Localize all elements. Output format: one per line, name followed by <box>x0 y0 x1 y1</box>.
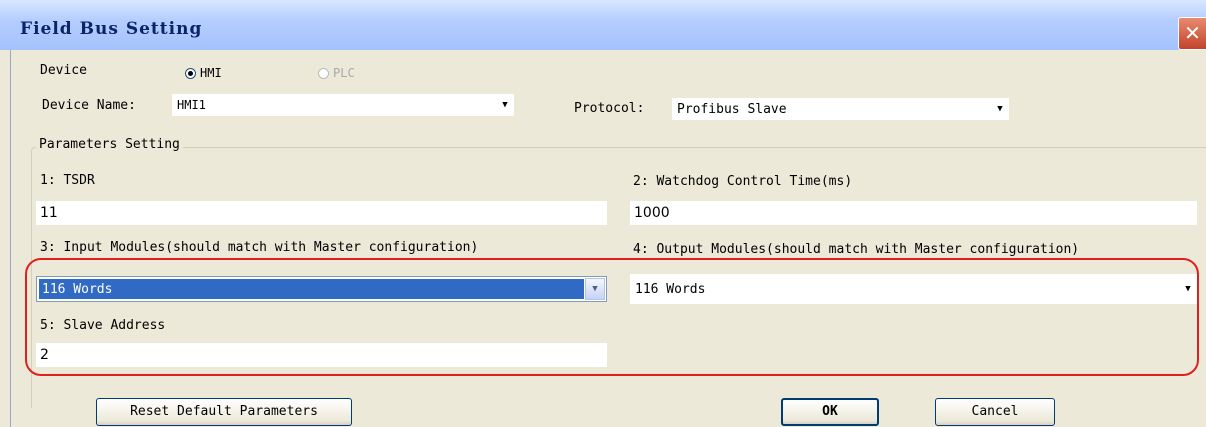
window-title: Field Bus Setting <box>20 19 203 39</box>
ok-button[interactable]: OK <box>781 398 879 426</box>
watchdog-label: 2: Watchdog Control Time(ms) <box>633 174 853 189</box>
protocol-label: Protocol: <box>574 101 645 116</box>
watchdog-field[interactable]: 1000 <box>630 201 1197 225</box>
output-modules-select[interactable]: 116 Words ▼ <box>630 274 1197 304</box>
title-bar[interactable]: Field Bus Setting ✕ <box>0 0 1206 50</box>
radio-hmi-label[interactable]: HMI <box>200 66 222 80</box>
chevron-down-icon: ▼ <box>502 100 508 110</box>
close-icon: ✕ <box>1184 21 1201 45</box>
radio-hmi[interactable] <box>185 68 196 79</box>
protocol-select[interactable]: Profibus Slave ▼ <box>672 98 1009 120</box>
selection-highlight <box>39 279 584 299</box>
input-modules-select[interactable]: 116 Words ▼ <box>36 276 607 302</box>
output-modules-label: 4: Output Modules(should match with Mast… <box>633 242 1080 257</box>
reset-default-button[interactable]: Reset Default Parameters <box>96 398 352 426</box>
tsdr-field[interactable]: 11 <box>36 201 607 225</box>
device-label: Device <box>40 63 87 78</box>
device-name-label: Device Name: <box>42 98 136 113</box>
close-button[interactable]: ✕ <box>1178 17 1206 50</box>
slave-address-field[interactable]: 2 <box>36 343 607 367</box>
parameters-group-title: Parameters Setting <box>36 137 183 152</box>
cancel-button[interactable]: Cancel <box>935 398 1055 426</box>
radio-plc-label[interactable]: PLC <box>333 66 355 80</box>
slave-address-label: 5: Slave Address <box>40 318 166 333</box>
radio-plc[interactable] <box>318 68 329 79</box>
input-modules-label: 3: Input Modules(should match with Maste… <box>40 240 479 255</box>
device-name-select[interactable]: HMI1 ▼ <box>172 94 514 116</box>
tsdr-label: 1: TSDR <box>40 173 95 188</box>
chevron-down-icon: ▼ <box>997 104 1003 114</box>
chevron-down-icon[interactable]: ▼ <box>585 278 605 300</box>
field-bus-setting-dialog: Field Bus Setting ✕ Device HMI PLC Devic… <box>0 0 1206 427</box>
chevron-down-icon: ▼ <box>1185 284 1191 294</box>
